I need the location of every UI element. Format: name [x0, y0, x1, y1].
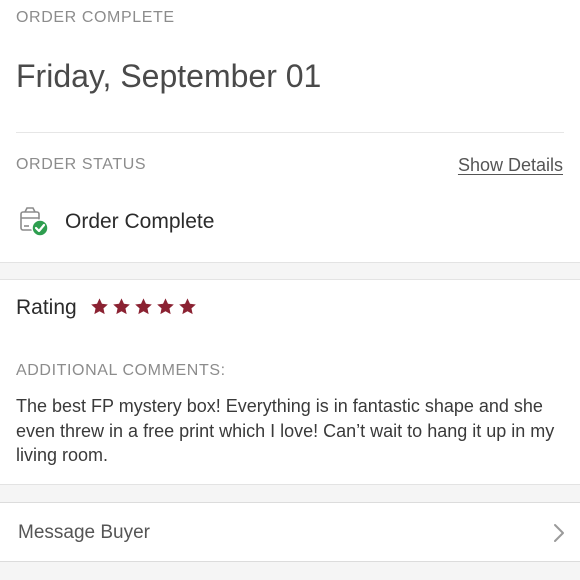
star-icon	[157, 298, 174, 315]
section-separator-band	[0, 262, 580, 280]
star-icon	[135, 298, 152, 315]
comment-text: The best FP mystery box! Everything is i…	[16, 396, 555, 465]
box-check-icon	[20, 207, 49, 237]
star-icon	[179, 298, 196, 315]
additional-comments-label: ADDITIONAL COMMENTS:	[16, 362, 226, 379]
rating-label: Rating	[16, 296, 77, 319]
star-icon	[113, 298, 130, 315]
order-date: Friday, September 01	[16, 58, 322, 94]
order-status-row: Order Complete	[18, 204, 418, 240]
divider	[16, 132, 564, 133]
message-buyer-label: Message Buyer	[18, 522, 151, 543]
order-status-label: ORDER STATUS	[16, 156, 147, 173]
message-buyer-button[interactable]: Message Buyer	[0, 502, 580, 562]
chevron-right-icon	[554, 524, 564, 542]
show-details-link[interactable]: Show Details	[458, 155, 563, 176]
order-status-text: Order Complete	[65, 210, 215, 233]
section-title-order-complete: ORDER COMPLETE	[16, 9, 175, 26]
rating-stars	[90, 297, 197, 316]
star-icon	[91, 298, 108, 315]
